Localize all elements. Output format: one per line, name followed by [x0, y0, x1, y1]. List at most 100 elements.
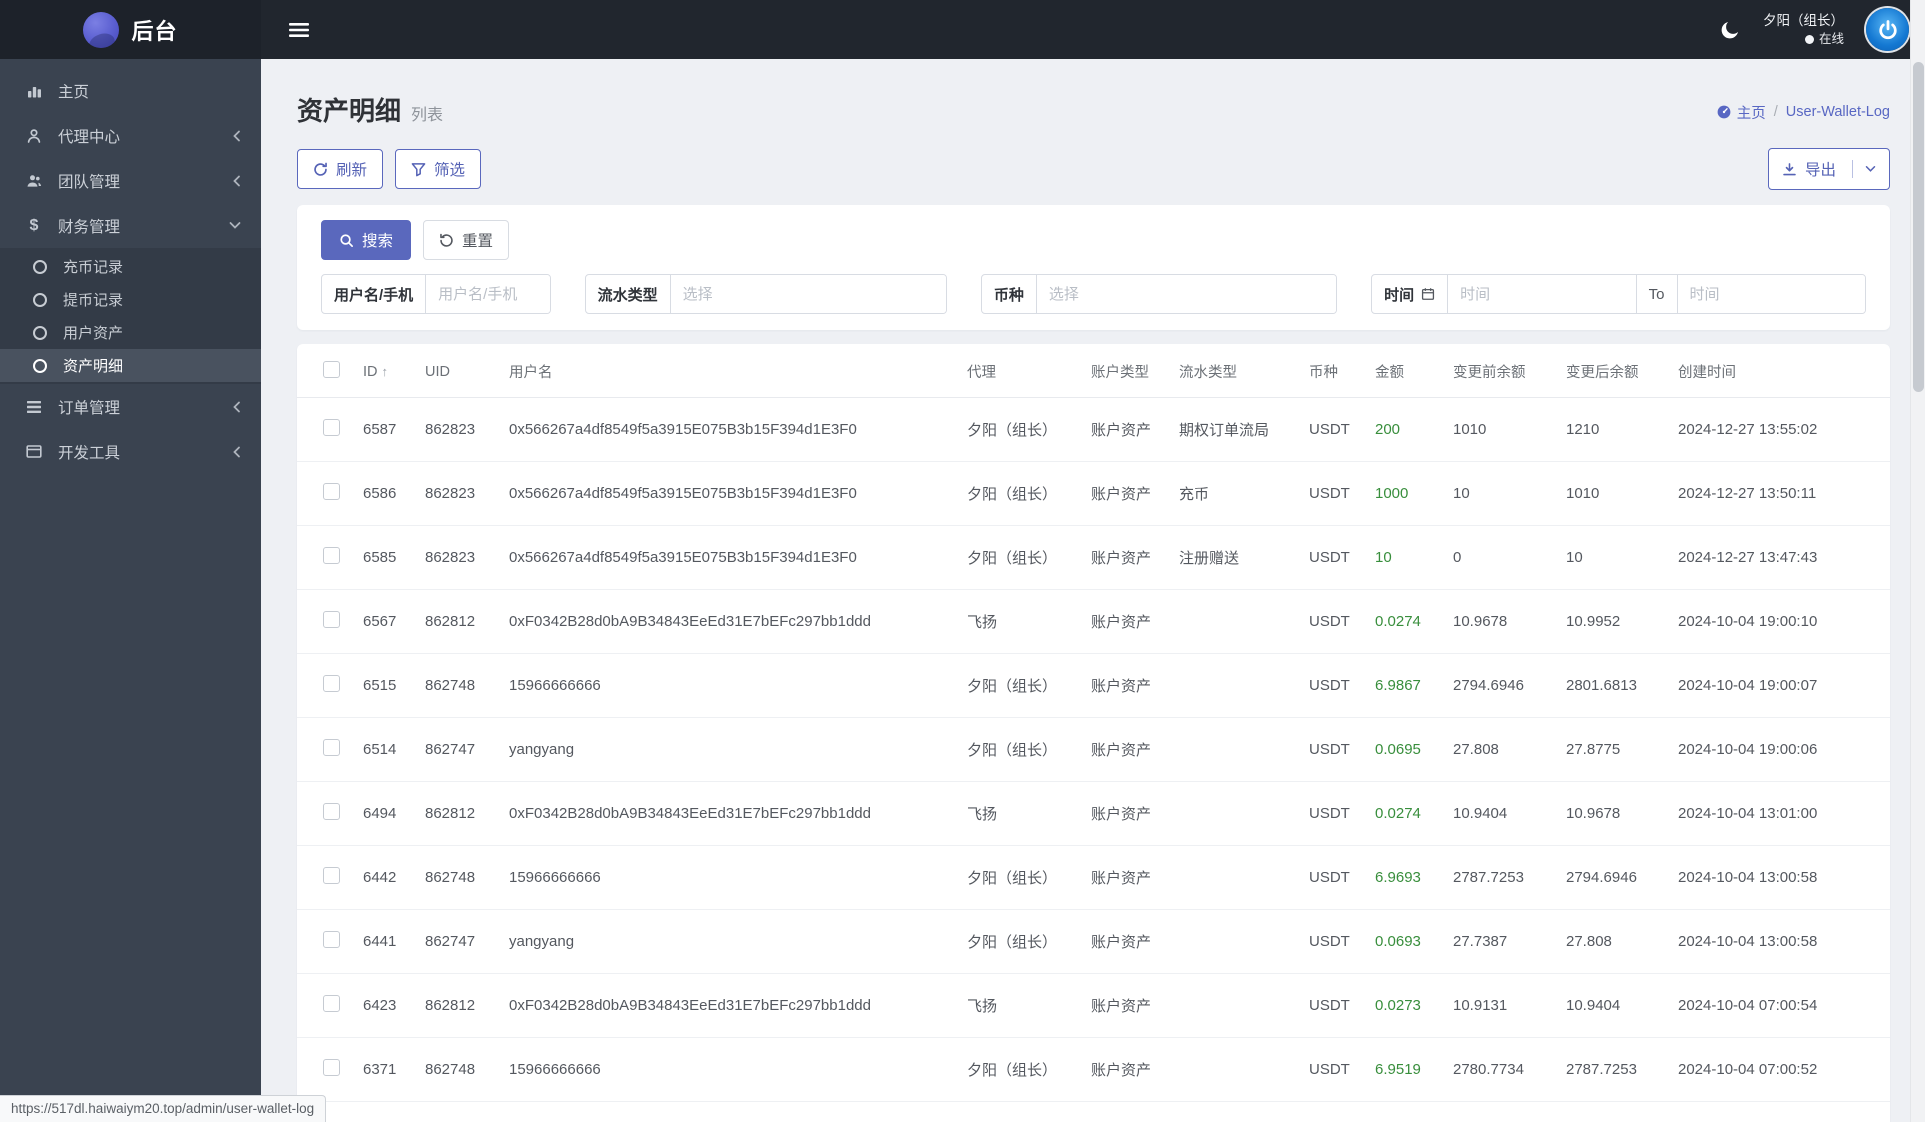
row-checkbox[interactable] — [323, 995, 340, 1012]
refresh-button[interactable]: 刷新 — [297, 149, 384, 189]
cell-amount: 1000 — [1367, 461, 1445, 526]
row-checkbox[interactable] — [323, 1059, 340, 1076]
cell-balance-before: 2780.7734 — [1445, 1037, 1558, 1102]
cell-uid: 862823 — [417, 397, 501, 462]
sidebar-item-finance[interactable]: $ 财务管理 — [0, 203, 261, 248]
cell-balance-before: 1010 — [1445, 397, 1558, 462]
col-amount: 金额 — [1367, 344, 1445, 398]
hamburger-icon[interactable] — [289, 22, 309, 38]
cell-created-at: 2024-12-27 13:47:43 — [1670, 525, 1890, 590]
table-row: 6515 862748 15966666666 夕阳（组长） 账户资产 USDT… — [297, 653, 1890, 718]
cell-id: 6585 — [355, 525, 417, 590]
row-checkbox[interactable] — [323, 867, 340, 884]
cell-flow-type: 期权订单流局 — [1171, 397, 1301, 462]
sidebar-item-dev-tools[interactable]: 开发工具 — [0, 429, 261, 474]
cell-flow-type — [1171, 845, 1301, 910]
table-row: 6586 862823 0x566267a4df8549f5a3915E075B… — [297, 461, 1890, 526]
sidebar-item-label: 财务管理 — [58, 218, 121, 236]
sidebar-item-agent-center[interactable]: 代理中心 — [0, 113, 261, 158]
col-balance-before: 变更前余额 — [1445, 344, 1558, 398]
cell-username: 0x566267a4df8549f5a3915E075B3b15F394d1E3… — [501, 525, 959, 590]
chevron-left-icon — [232, 175, 241, 187]
brand: 后台 — [0, 0, 261, 59]
cell-currency: USDT — [1301, 653, 1367, 718]
dashboard-icon — [1717, 105, 1731, 119]
cell-username: 15966666666 — [501, 1037, 959, 1102]
cell-currency: USDT — [1301, 1101, 1367, 1122]
cell-currency: USDT — [1301, 1037, 1367, 1102]
cell-username: 0x566267a4df8549f5a3915E075B3b15F394d1E3… — [501, 461, 959, 526]
cell-username: yangyang — [501, 1101, 959, 1122]
row-checkbox[interactable] — [323, 739, 340, 756]
online-dot-icon — [1804, 34, 1814, 44]
row-checkbox[interactable] — [323, 483, 340, 500]
row-checkbox[interactable] — [323, 547, 340, 564]
breadcrumb-home-link[interactable]: 主页 — [1716, 102, 1766, 123]
calendar-icon — [1422, 288, 1435, 300]
brand-logo-icon — [83, 11, 120, 48]
cell-uid: 862812 — [417, 781, 501, 846]
cell-account-type: 账户资产 — [1083, 461, 1171, 526]
cell-balance-before: 27.6695 — [1445, 1101, 1558, 1122]
sidebar-item-withdraw-log[interactable]: 提币记录 — [0, 283, 261, 316]
filter-button[interactable]: 筛选 — [395, 149, 482, 189]
search-button[interactable]: 搜索 — [321, 220, 412, 260]
username-input[interactable] — [426, 275, 550, 313]
dark-mode-moon-icon[interactable] — [1720, 19, 1741, 40]
col-uid: UID — [417, 344, 501, 398]
list-icon — [25, 400, 43, 414]
wallet-log-table: ID ↑ UID 用户名 代理 账户类型 流水类型 币种 金额 变更前余额 变更后… — [297, 344, 1890, 1122]
cell-agent: 飞扬 — [959, 973, 1083, 1038]
cell-uid: 862812 — [417, 973, 501, 1038]
cell-flow-type — [1171, 589, 1301, 654]
currency-select[interactable] — [1036, 275, 1337, 313]
row-checkbox[interactable] — [323, 611, 340, 628]
cell-created-at: 2024-10-04 07:00:54 — [1670, 973, 1890, 1038]
cell-flow-type — [1171, 717, 1301, 782]
currency-filter-group: 币种 — [980, 274, 1338, 314]
reset-button[interactable]: 重置 — [423, 220, 510, 260]
avatar[interactable] — [1866, 8, 1909, 51]
table-row: 6585 862823 0x566267a4df8549f5a3915E075B… — [297, 525, 1890, 590]
cell-username: 0x566267a4df8549f5a3915E075B3b15F394d1E3… — [501, 397, 959, 462]
cell-created-at: 2024-10-04 19:00:07 — [1670, 653, 1890, 718]
cell-flow-type — [1171, 1101, 1301, 1122]
cell-amount: 0.0692 — [1367, 1101, 1445, 1122]
flow-type-filter-group: 流水类型 — [584, 274, 947, 314]
cell-uid: 862747 — [417, 717, 501, 782]
cell-balance-before: 0 — [1445, 525, 1558, 590]
cell-agent: 夕阳（组长） — [959, 461, 1083, 526]
cell-currency: USDT — [1301, 589, 1367, 654]
filter-panel: 搜索 重置 用户名/手机 流水类型 币种 时间 — [297, 205, 1890, 330]
cell-amount: 10 — [1367, 525, 1445, 590]
time-end-input[interactable] — [1677, 275, 1866, 313]
cell-balance-after: 2787.7253 — [1558, 1037, 1670, 1102]
time-start-input[interactable] — [1448, 275, 1636, 313]
cell-uid: 862748 — [417, 653, 501, 718]
cell-balance-after: 27.808 — [1558, 909, 1670, 974]
row-checkbox[interactable] — [323, 419, 340, 436]
row-checkbox[interactable] — [323, 803, 340, 820]
sidebar-item-deposit-log[interactable]: 充币记录 — [0, 250, 261, 283]
vertical-scrollbar[interactable] — [1910, 0, 1925, 1122]
cell-amount: 200 — [1367, 397, 1445, 462]
sidebar-item-orders[interactable]: 订单管理 — [0, 384, 261, 429]
col-id[interactable]: ID ↑ — [355, 344, 417, 398]
cell-uid: 862747 — [417, 909, 501, 974]
cell-id: 6587 — [355, 397, 417, 462]
cell-currency: USDT — [1301, 397, 1367, 462]
breadcrumb-current[interactable]: User-Wallet-Log — [1786, 104, 1890, 120]
time-filter-label: 时间 — [1372, 275, 1449, 313]
sidebar-item-user-assets[interactable]: 用户资产 — [0, 316, 261, 349]
sidebar-item-wallet-log[interactable]: 资产明细 — [0, 349, 261, 382]
topbar: 后台 夕阳（组长） 在线 — [0, 0, 1925, 59]
tools-icon — [25, 444, 43, 459]
scrollbar-thumb[interactable] — [1913, 62, 1924, 392]
row-checkbox[interactable] — [323, 931, 340, 948]
flow-type-select[interactable] — [670, 275, 946, 313]
sidebar-item-team[interactable]: 团队管理 — [0, 158, 261, 203]
row-checkbox[interactable] — [323, 675, 340, 692]
sidebar-item-home[interactable]: 主页 — [0, 68, 261, 113]
select-all-checkbox[interactable] — [323, 361, 340, 378]
export-button[interactable]: 导出 — [1767, 148, 1890, 190]
